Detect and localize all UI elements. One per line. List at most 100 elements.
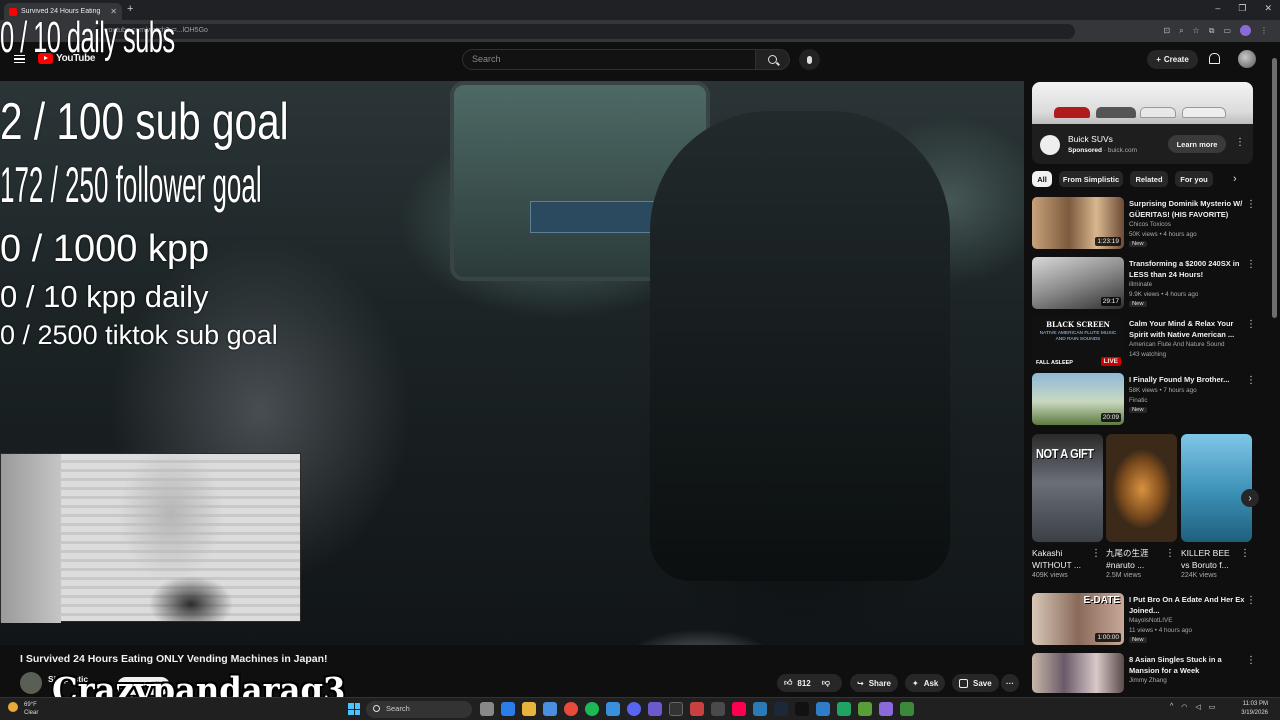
chrome-icon[interactable] [564,702,578,716]
more-options-icon[interactable]: ⋮ [1165,548,1175,559]
steam-icon[interactable] [774,702,788,716]
maximize-button[interactable]: ❐ [1238,3,1246,14]
short-title[interactable]: Kakashi WITHOUT ... [1032,547,1090,571]
rec-title[interactable]: Surprising Dominik Mysterio W/ GÜERITAS!… [1129,199,1254,220]
voice-search-button[interactable] [799,49,820,70]
browser-menu-icon[interactable]: ⋮ [1260,26,1268,35]
app-icon[interactable] [606,702,620,716]
discord-icon[interactable] [627,702,641,716]
more-options-icon[interactable]: ⋮ [1235,138,1245,148]
tray-chevron-icon[interactable]: ^ [1170,703,1173,711]
file-explorer-icon[interactable] [522,702,536,716]
rec-title[interactable]: I Put Bro On A Edate And Her Ex Joined..… [1129,595,1254,616]
video-thumbnail[interactable]: E-DATE 1:00:00 [1032,593,1124,645]
chip-from-simplistic[interactable]: From Simplistic [1059,171,1123,187]
list-item[interactable]: E-DATE 1:00:00 I Put Bro On A Edate And … [1032,593,1262,647]
list-item[interactable]: BLACK SCREEN NATIVE AMERICAN FLUTE MUSIC… [1032,317,1262,371]
store-icon[interactable] [543,702,557,716]
minecraft-icon[interactable] [900,702,914,716]
list-item[interactable]: 20:09 I Finally Found My Brother... Fina… [1032,373,1262,427]
account-avatar[interactable] [1238,50,1256,68]
more-options-icon[interactable]: ⋮ [1246,259,1256,270]
app-icon[interactable] [690,702,704,716]
shorts-next-chevron-icon[interactable]: › [1241,489,1259,507]
url-field[interactable]: youtube.com/watch?v=...lOH5Go [95,24,1075,39]
ask-button[interactable]: ✦ Ask [905,674,946,692]
install-icon[interactable]: ⊡ [1163,26,1170,35]
bookmark-star-icon[interactable]: ☆ [1193,26,1200,35]
short-item[interactable]: 九尾の生涯 #naruto ... 2.5M views ⋮ [1106,434,1179,579]
video-thumbnail[interactable]: 20:09 [1032,373,1124,425]
app-icon[interactable] [648,702,662,716]
chip-all[interactable]: All [1032,171,1052,187]
short-thumbnail[interactable] [1181,434,1252,542]
short-item[interactable]: KILLER BEE vs Boruto f... 224K views ⋮ [1181,434,1254,579]
zoom-icon[interactable]: ⌕ [1179,26,1183,36]
short-title[interactable]: 九尾の生涯 #naruto ... [1106,547,1164,571]
rec-channel[interactable]: illminate [1129,281,1152,288]
rec-channel[interactable]: MayolsNotLIVE [1129,617,1172,624]
tiktok-icon[interactable] [732,702,746,716]
app-icon[interactable] [858,702,872,716]
rec-title[interactable]: I Finally Found My Brother... [1129,375,1254,386]
app-icon[interactable] [879,702,893,716]
task-view-icon[interactable] [480,702,494,716]
notifications-bell-icon[interactable] [1209,53,1220,64]
save-button[interactable]: Save [952,674,999,692]
more-actions-button[interactable]: ··· [1001,674,1019,692]
app-icon[interactable] [816,702,830,716]
app-icon[interactable] [711,702,725,716]
excel-icon[interactable] [837,702,851,716]
more-options-icon[interactable]: ⋮ [1246,655,1256,666]
profile-avatar[interactable] [1240,25,1251,36]
search-input[interactable]: Search [462,49,756,70]
kick-icon[interactable] [795,702,809,716]
list-item[interactable]: 29:17 Transforming a $2000 240SX in LESS… [1032,257,1262,311]
sponsored-ad-card[interactable]: Buick SUVs Sponsored · buick.com Learn m… [1032,82,1253,164]
ad-title[interactable]: Buick SUVs [1068,134,1113,144]
sidebar-icon[interactable]: ▭ [1223,26,1231,35]
close-window-button[interactable]: ✕ [1264,3,1272,14]
obs-icon[interactable] [669,702,683,716]
minimize-button[interactable]: – [1215,3,1220,14]
more-options-icon[interactable]: ⋮ [1246,199,1256,210]
video-thumbnail[interactable]: 1:23:19 [1032,197,1124,249]
short-thumbnail[interactable]: NOT A GIFT [1032,434,1103,542]
rec-channel[interactable]: Finatic [1129,397,1148,404]
video-thumbnail[interactable]: BLACK SCREEN NATIVE AMERICAN FLUTE MUSIC… [1032,317,1124,369]
taskbar-search[interactable]: Search [366,701,472,718]
taskbar-clock[interactable]: 11:03 PM 3/19/2026 [1228,700,1268,718]
edge-icon[interactable] [501,702,515,716]
rec-channel[interactable]: American Flute And Nature Sound [1129,341,1225,348]
windows-start-icon[interactable] [348,703,360,715]
short-item[interactable]: NOT A GIFT Kakashi WITHOUT ... 409K view… [1032,434,1105,579]
short-thumbnail[interactable] [1106,434,1177,542]
more-options-icon[interactable]: ⋮ [1240,548,1250,559]
chip-for-you[interactable]: For you [1175,171,1213,187]
create-button[interactable]: + Create [1147,50,1198,69]
battery-icon[interactable]: ▭ [1209,703,1216,711]
volume-icon[interactable]: ◁ [1195,703,1200,711]
rec-title[interactable]: Transforming a $2000 240SX in LESS than … [1129,259,1254,280]
rec-channel[interactable]: Chicos Toxicos [1129,221,1171,228]
learn-more-button[interactable]: Learn more [1168,135,1226,153]
rec-channel[interactable]: Jimmy Zhang [1129,677,1167,684]
rec-title[interactable]: Calm Your Mind & Relax Your Spirit with … [1129,319,1254,340]
list-item[interactable]: 8 Asian Singles Stuck in a Mansion for a… [1032,653,1262,693]
app-icon[interactable] [753,702,767,716]
more-options-icon[interactable]: ⋮ [1246,375,1256,386]
more-options-icon[interactable]: ⋮ [1246,319,1256,330]
rec-title[interactable]: 8 Asian Singles Stuck in a Mansion for a… [1129,655,1254,676]
dislike-button[interactable]: 👎︎ [822,678,830,688]
search-button[interactable] [756,49,790,70]
spotify-icon[interactable] [585,702,599,716]
wifi-icon[interactable]: ◠ [1181,703,1187,711]
short-title[interactable]: KILLER BEE vs Boruto f... [1181,547,1239,571]
video-thumbnail[interactable]: 29:17 [1032,257,1124,309]
scrollbar-thumb[interactable] [1272,58,1277,318]
list-item[interactable]: 1:23:19 Surprising Dominik Mysterio W/ G… [1032,197,1262,251]
like-button[interactable]: 👍︎ 812 [784,678,811,688]
extensions-icon[interactable]: ⧉ [1209,26,1215,36]
channel-avatar[interactable] [20,672,42,694]
chip-related[interactable]: Related [1130,171,1168,187]
